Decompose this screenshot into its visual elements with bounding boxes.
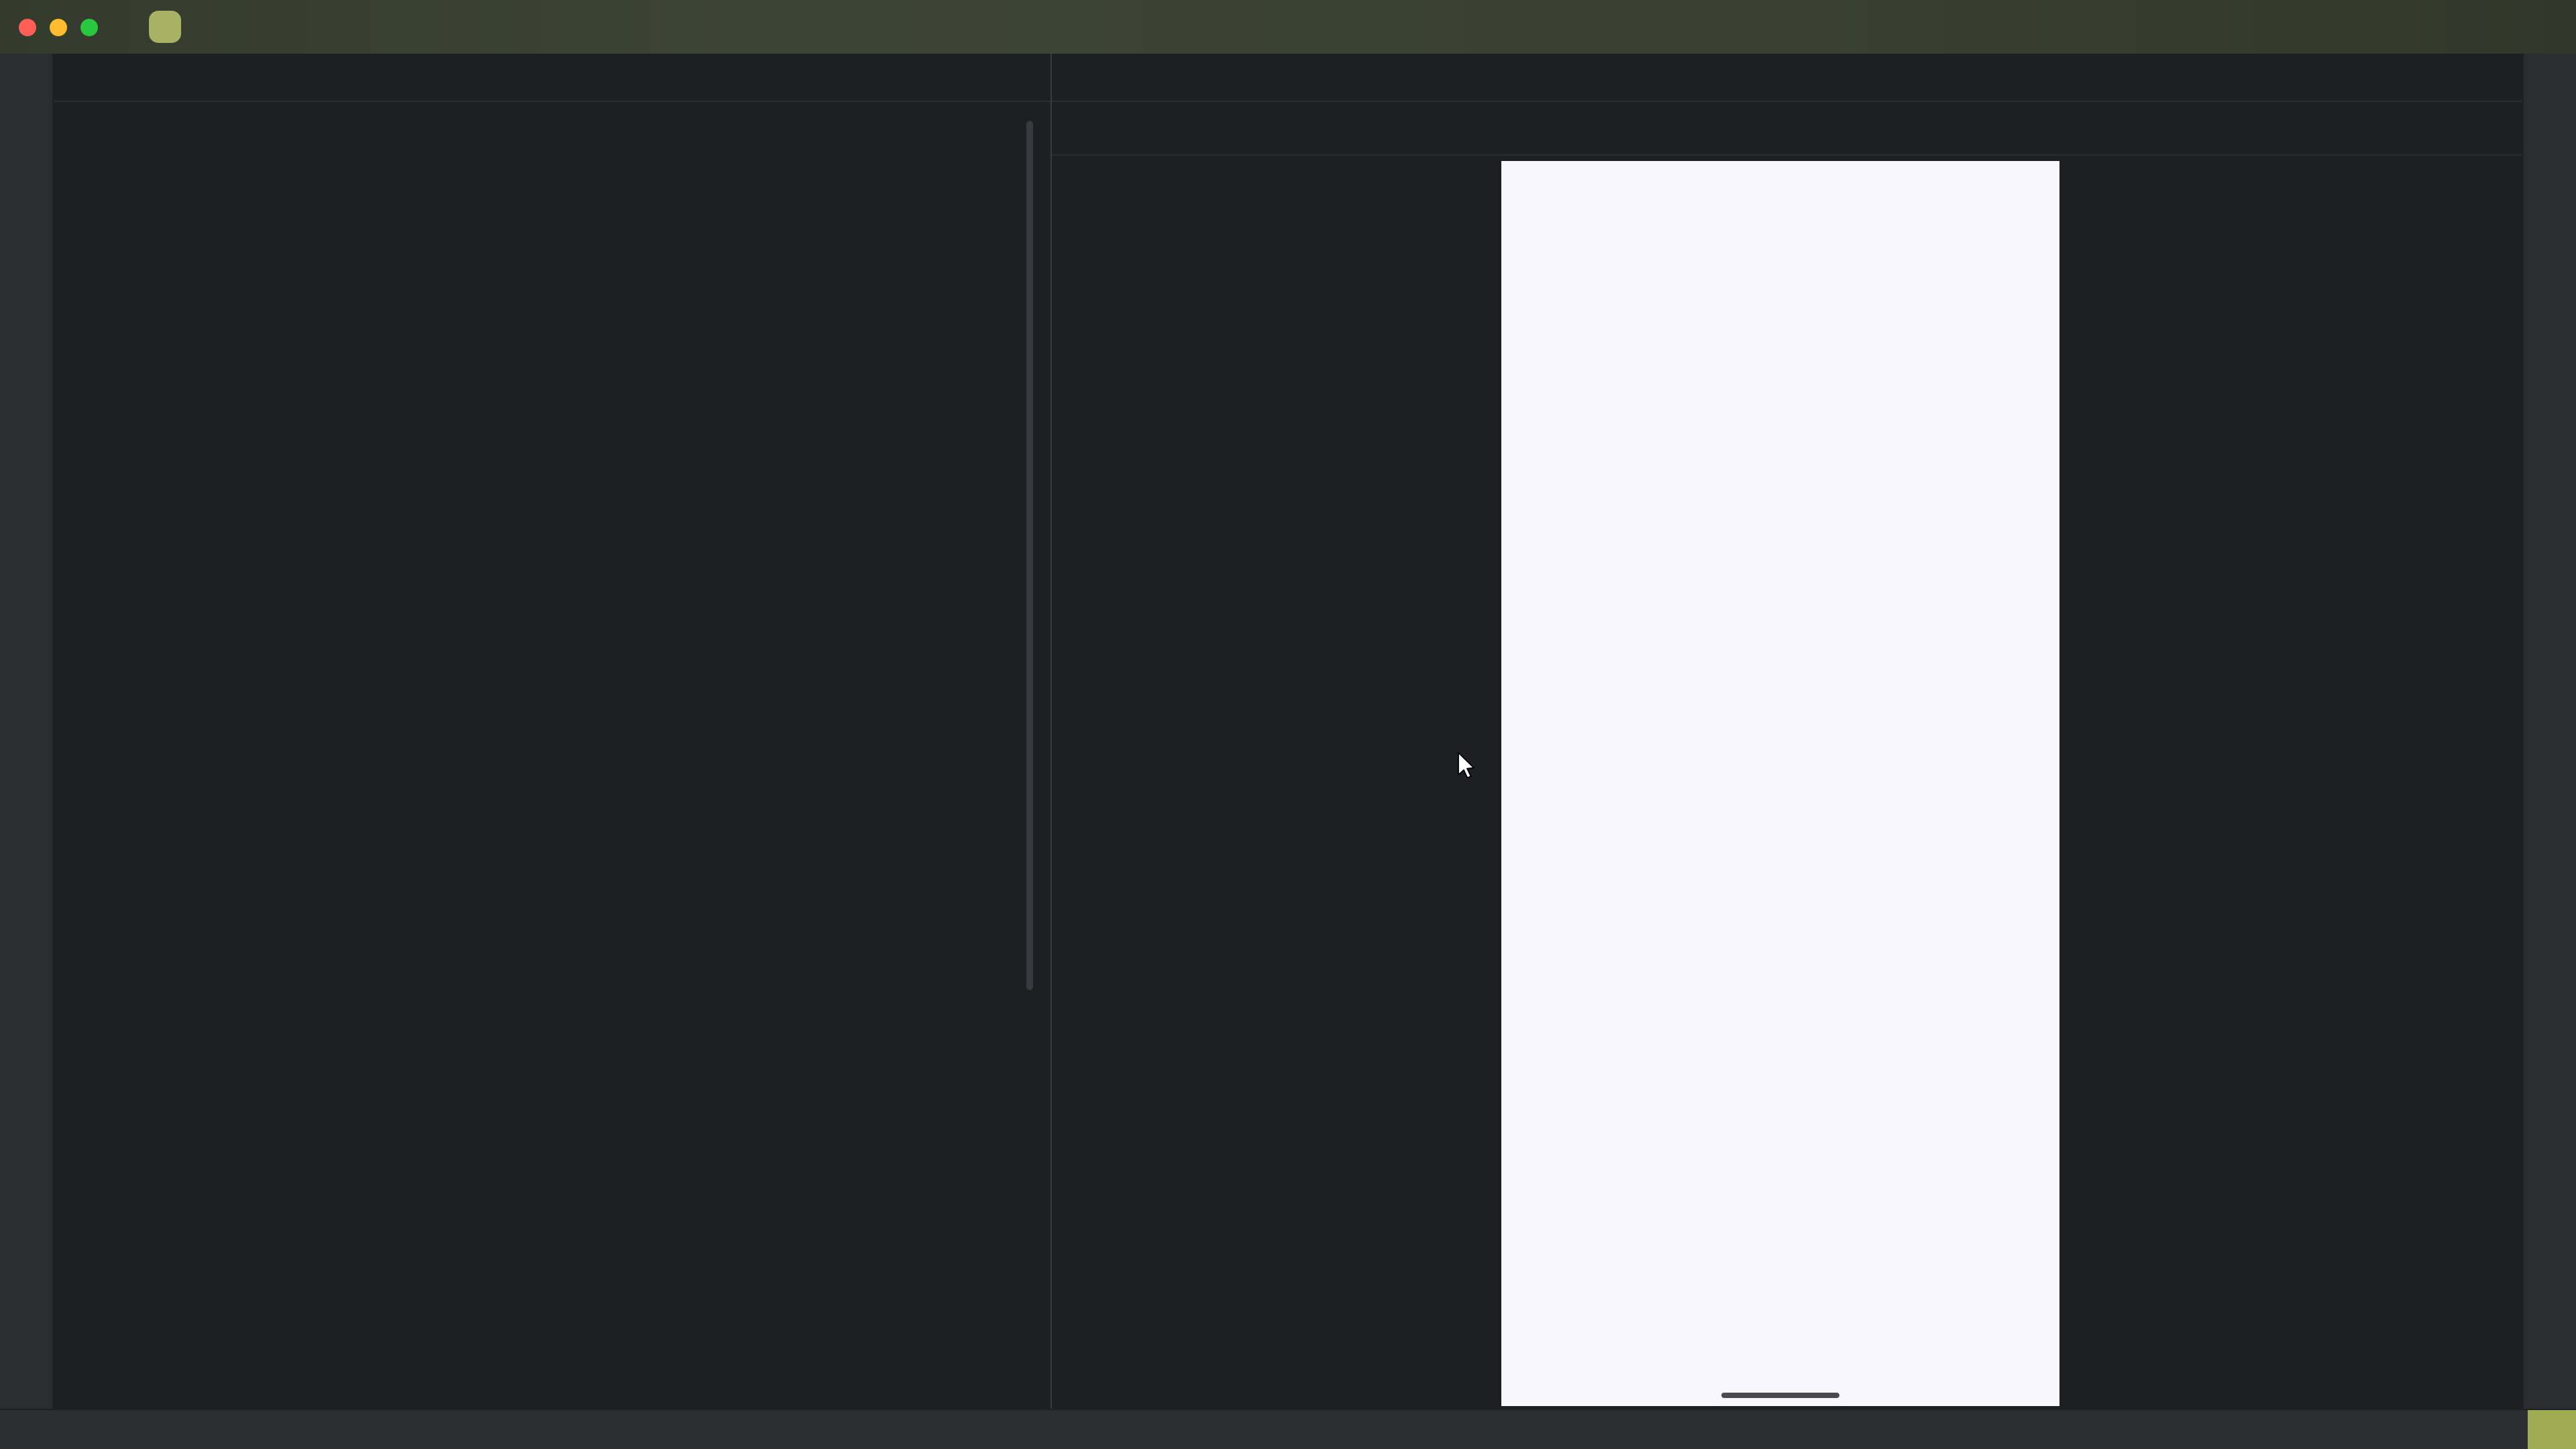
main-area	[0, 54, 2576, 1409]
emulator-screen[interactable]	[1501, 161, 2059, 1406]
window-controls	[19, 18, 98, 36]
mouse-cursor	[1457, 751, 1480, 790]
zoom-in-button[interactable]	[2463, 1315, 2471, 1323]
running-devices-panel	[1051, 54, 2522, 1409]
zoom-window-button[interactable]	[80, 18, 98, 36]
device-display-area	[1052, 156, 2522, 1409]
device-tab-bar	[1052, 54, 2522, 102]
editor-tab-bar	[54, 54, 1051, 102]
device-toolbar	[1052, 102, 2522, 156]
gesture-nav-handle[interactable]	[1721, 1393, 1839, 1398]
status-bar-right	[2352, 1410, 2576, 1449]
vim-mode-badge[interactable]	[2528, 1410, 2576, 1449]
titlebar	[0, 0, 2576, 54]
editor-scrollbar[interactable]	[1026, 121, 1033, 990]
zoom-out-button[interactable]	[2463, 1336, 2471, 1344]
status-bar	[0, 1409, 2576, 1449]
minimize-window-button[interactable]	[50, 18, 67, 36]
android-status-bar	[1501, 161, 2059, 196]
right-tool-strip	[2522, 54, 2576, 1409]
android-studio-window	[0, 0, 2576, 1449]
code-editor[interactable]	[54, 102, 1051, 1409]
left-tool-strip	[0, 54, 54, 1409]
zoom-controls	[2463, 1315, 2471, 1379]
zoom-to-fit-button[interactable]	[2463, 1371, 2471, 1379]
project-selector[interactable]	[192, 21, 223, 32]
editor-pane	[54, 54, 1051, 1409]
close-window-button[interactable]	[19, 18, 36, 36]
branch-selector[interactable]	[258, 21, 298, 32]
project-badge	[149, 11, 181, 43]
